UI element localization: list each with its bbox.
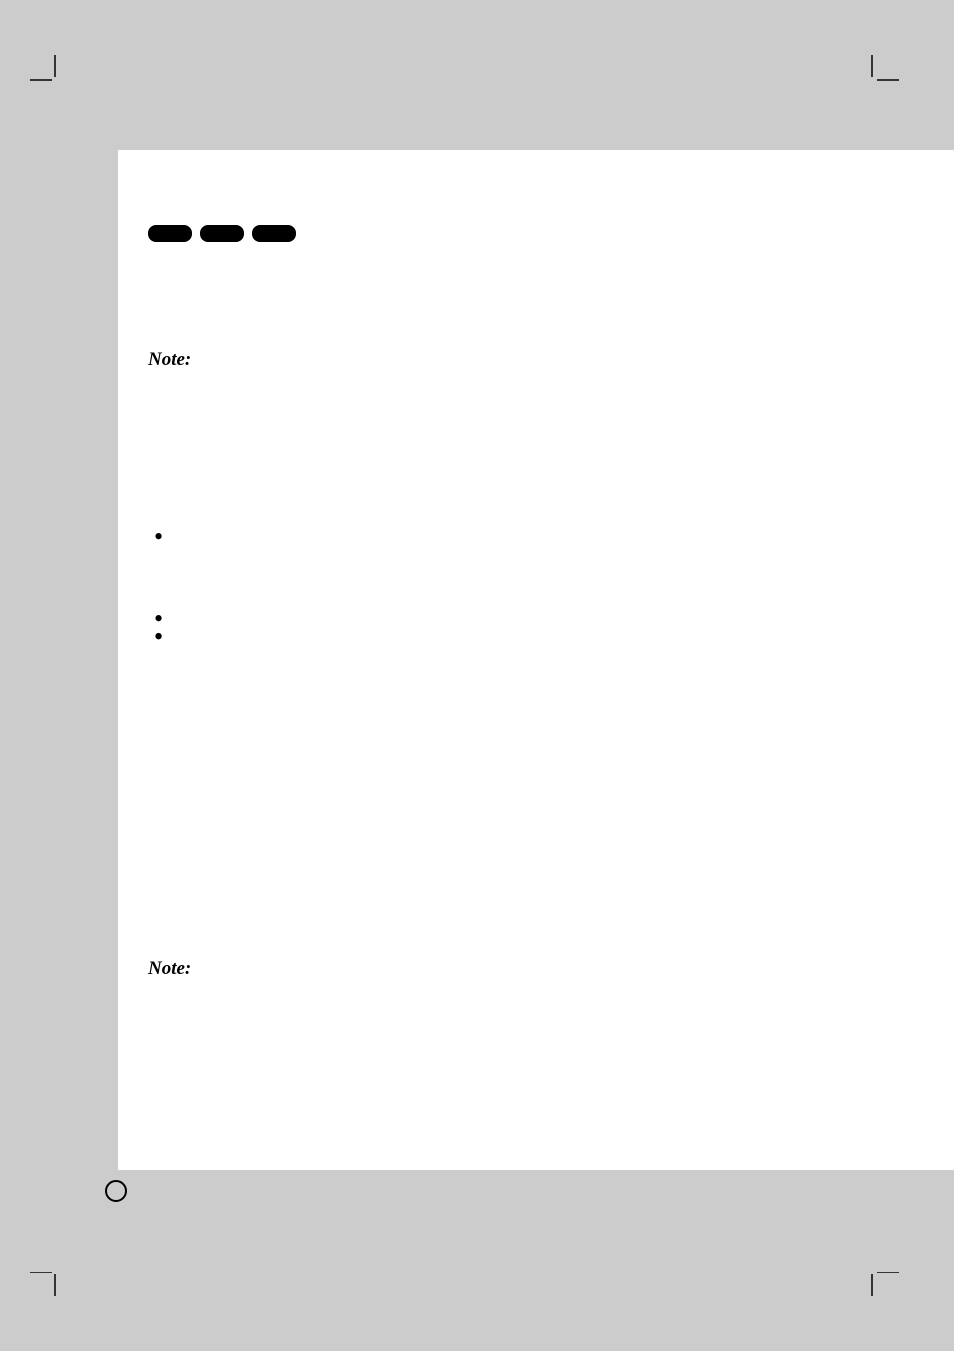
pill-decoration-row: [148, 225, 296, 242]
note-label-2: Note:: [148, 958, 191, 980]
crop-mark-bottom-left: [30, 1256, 70, 1296]
pill-icon: [148, 225, 192, 242]
crop-mark-top-right: [859, 55, 899, 95]
circle-marker-icon: [105, 1180, 127, 1202]
crop-mark-bottom-right: [859, 1256, 899, 1296]
page-content-area: [118, 150, 954, 1170]
crop-mark-top-left: [30, 55, 70, 95]
pill-icon: [252, 225, 296, 242]
bullet-list: [154, 526, 180, 626]
note-label-1: Note:: [148, 349, 191, 371]
pill-icon: [200, 225, 244, 242]
